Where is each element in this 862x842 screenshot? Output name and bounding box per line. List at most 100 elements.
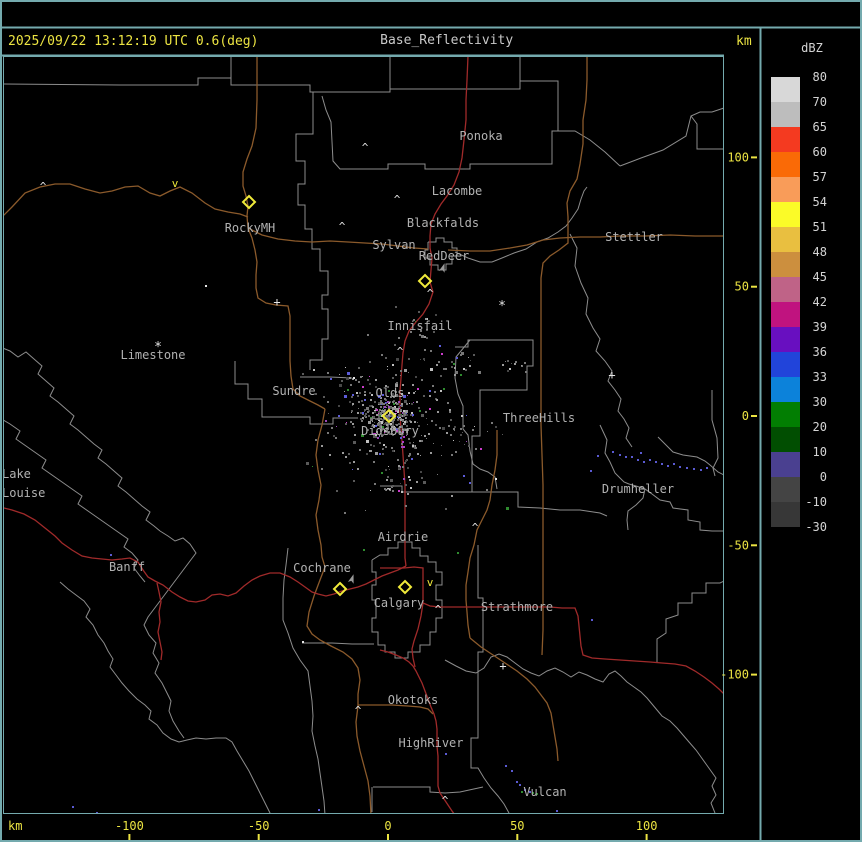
echo-pixel (424, 435, 426, 437)
echo-pixel (421, 379, 423, 381)
echo-pixel (369, 361, 371, 363)
echo-pixel (407, 493, 409, 495)
echo-pixel (406, 421, 408, 423)
echo-pixel (392, 490, 394, 492)
legend-color-block (771, 477, 800, 502)
echo-pixel (385, 446, 387, 448)
echo-pixel (72, 806, 74, 808)
echo-pixel (398, 337, 400, 339)
echo-pixel (405, 418, 406, 419)
echo-pixel (457, 552, 459, 554)
echo-pixel (360, 376, 362, 378)
echo-pixel (333, 435, 335, 437)
city-label: ThreeHills (503, 411, 575, 425)
echo-pixel (487, 431, 488, 432)
echo-pixel (505, 765, 507, 767)
echo-pixel (359, 392, 361, 394)
echo-pixel (419, 440, 421, 442)
city-label: Cochrane (293, 561, 351, 575)
echo-pixel (459, 441, 460, 442)
echo-pixel (439, 345, 441, 347)
echo-pixel (392, 364, 394, 366)
echo-pixel (387, 476, 389, 478)
echo-pixel (427, 424, 428, 425)
echo-pixel (345, 367, 346, 368)
echo-pixel (436, 399, 438, 401)
echo-pixel (344, 391, 345, 392)
echo-pixel (365, 510, 366, 511)
echo-pixel (516, 781, 518, 783)
echo-pixel (495, 426, 497, 428)
echo-pixel (411, 403, 413, 405)
echo-pixel (381, 354, 383, 356)
echo-pixel (460, 428, 462, 430)
echo-pixel (511, 770, 513, 772)
echo-pixel (400, 370, 402, 372)
echo-pixel (382, 453, 384, 455)
echo-pixel (408, 372, 409, 373)
echo-pixel (404, 414, 406, 416)
legend-color-block (771, 277, 800, 302)
echo-pixel (394, 344, 396, 346)
radar-map-canvas[interactable]: vv^^^^^^^^^^^**+++PonokaLacombeBlackfald… (0, 0, 862, 842)
echo-pixel (353, 441, 356, 444)
echo-pixel (430, 452, 432, 454)
echo-pixel (379, 442, 381, 444)
echo-pixel (403, 478, 405, 480)
echo-pixel (451, 361, 453, 363)
echo-pixel (443, 388, 445, 390)
echo-pixel (507, 370, 509, 372)
echo-pixel (344, 512, 346, 514)
echo-pixel (428, 433, 430, 435)
echo-pixel (392, 485, 394, 487)
road-brown (447, 234, 723, 252)
echo-pixel (451, 366, 453, 368)
road-brown (469, 637, 559, 762)
echo-pixel (404, 369, 407, 372)
echo-pixel (410, 421, 412, 423)
echo-pixel (449, 411, 451, 413)
echo-pixel (455, 371, 458, 374)
echo-pixel (401, 491, 403, 493)
legend-color-block (771, 152, 800, 177)
echo-pixel (421, 435, 422, 436)
echo-pixel (403, 410, 405, 412)
town-caret-icon: ^ (435, 603, 442, 616)
echo-pixel (445, 753, 447, 755)
echo-pixel (421, 414, 424, 417)
echo-pixel (466, 441, 467, 442)
radar-site-diamond-icon (417, 273, 433, 289)
x-tick-label: 100 (636, 819, 658, 833)
echo-pixel (395, 374, 397, 376)
echo-pixel (408, 476, 410, 478)
echo-pixel (375, 452, 378, 455)
echo-pixel (302, 373, 304, 375)
legend-title: dBZ (801, 41, 823, 55)
echo-pixel (402, 441, 404, 443)
echo-pixel (556, 810, 558, 812)
echo-pixel (421, 477, 423, 479)
echo-pixel (415, 447, 417, 449)
radar-app-window: v v ^ ^ ^ ^ ^ ^ ^ ^ ^ ^ ^ * * + + + Ponoka Lacombe Blackfald… (0, 0, 862, 842)
echo-pixel (350, 421, 352, 423)
echo-pixel (398, 465, 400, 467)
y-tick-label: 100 (727, 150, 749, 164)
echo-pixel (461, 415, 463, 417)
boundary-line (321, 88, 559, 170)
echo-pixel (355, 379, 357, 381)
echo-pixel (429, 390, 431, 392)
echo-pixel (403, 412, 405, 414)
echo-pixel (376, 409, 378, 411)
echo-pixel (661, 463, 663, 465)
echo-pixel (312, 466, 313, 467)
echo-pixel (417, 422, 418, 423)
radar-site-diamond-icon (397, 579, 413, 595)
echo-pixel (398, 406, 400, 408)
echo-pixel (381, 411, 383, 413)
echo-pixel (365, 413, 367, 415)
echo-pixel (412, 384, 414, 386)
echo-pixel (338, 405, 340, 407)
echo-pixel (406, 403, 408, 405)
echo-pixel (375, 418, 377, 420)
echo-pixel (440, 375, 442, 377)
